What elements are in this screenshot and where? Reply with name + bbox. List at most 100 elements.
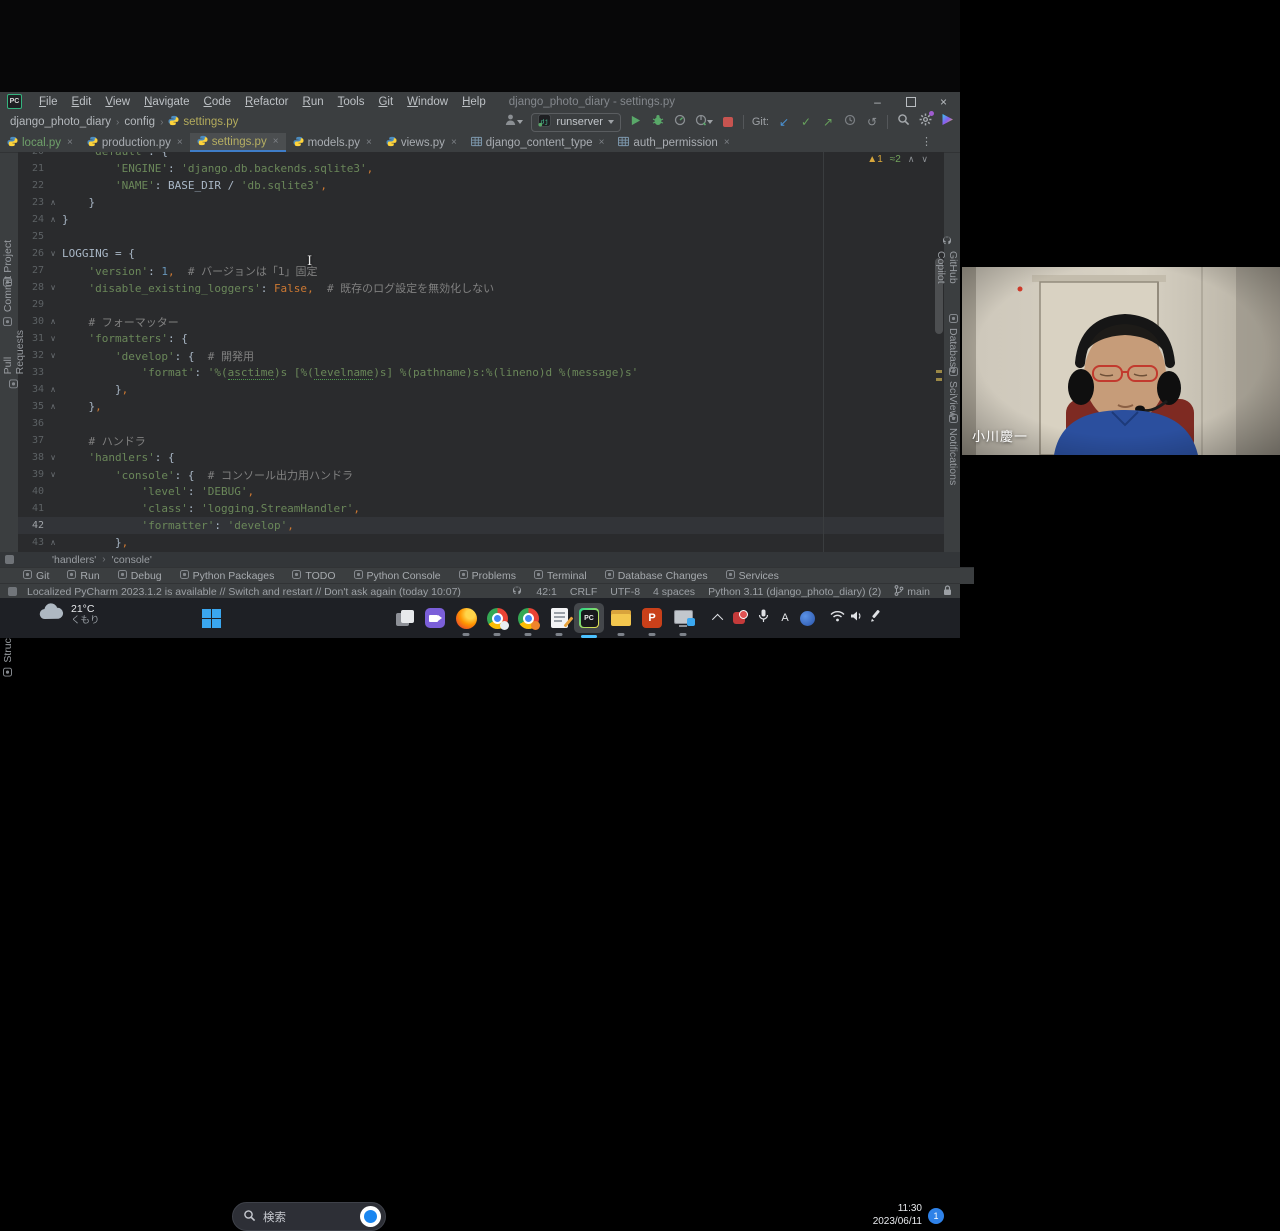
menu-window[interactable]: Window [400, 94, 455, 110]
fold-marker-icon[interactable]: ∨ [44, 470, 62, 479]
run-config-selector[interactable]: dj runserver [531, 113, 620, 132]
code-line-24[interactable]: 24∧} [18, 211, 944, 228]
powerpoint-button[interactable]: P [639, 605, 665, 631]
history-button[interactable] [843, 113, 857, 131]
fold-marker-icon[interactable]: ∧ [44, 215, 62, 224]
status-event-icon[interactable] [8, 587, 17, 596]
toolwindow-python-console[interactable]: Python Console [345, 570, 450, 582]
code-line-23[interactable]: 23∧ } [18, 194, 944, 211]
error-stripe-mark[interactable] [936, 370, 942, 373]
menu-refactor[interactable]: Refactor [238, 94, 295, 110]
code-line-33[interactable]: 33 'format': '%(asctime)s [%(levelname)s… [18, 364, 944, 381]
menu-edit[interactable]: Edit [65, 94, 99, 110]
fold-marker-icon[interactable]: ∧ [44, 385, 62, 394]
code-line-22[interactable]: 22 'NAME': BASE_DIR / 'db.sqlite3', [18, 177, 944, 194]
maximize-button[interactable] [894, 92, 927, 111]
fold-marker-icon[interactable]: ∨ [44, 283, 62, 292]
code-line-31[interactable]: 31∨ 'formatters': { [18, 330, 944, 347]
code-line-20[interactable]: 20 'default': { [18, 152, 944, 160]
breadcrumb-handlers[interactable]: 'handlers' [52, 554, 96, 566]
fold-marker-icon[interactable]: ∧ [44, 402, 62, 411]
git-push-button[interactable]: ↗ [821, 113, 835, 131]
menu-help[interactable]: Help [455, 94, 493, 110]
git-branch-widget[interactable]: main [894, 585, 930, 599]
chat-button[interactable] [422, 605, 448, 631]
task-view-button[interactable] [392, 605, 418, 631]
rollback-button[interactable]: ↺ [865, 113, 879, 131]
menu-tools[interactable]: Tools [331, 94, 372, 110]
status-item[interactable]: CRLF [570, 586, 597, 598]
stripe-item-pull-requests[interactable]: Pull Requests [2, 330, 26, 388]
pen-tray-button[interactable] [862, 605, 888, 631]
code-line-38[interactable]: 38∨ 'handlers': { [18, 449, 944, 466]
tab-close-icon[interactable]: × [724, 137, 730, 148]
code-editor[interactable]: 20 'default': {21 'ENGINE': 'django.db.b… [18, 152, 944, 552]
tab-close-icon[interactable]: × [366, 137, 372, 148]
code-line-39[interactable]: 39∨ 'console': { # コンソール出力用ハンドラ [18, 466, 944, 483]
status-item[interactable]: UTF-8 [610, 586, 640, 598]
breadcrumb-project[interactable]: django_photo_diary [10, 116, 111, 128]
firefox-button[interactable] [453, 605, 479, 631]
menu-code[interactable]: Code [197, 94, 239, 110]
code-line-34[interactable]: 34∧ }, [18, 381, 944, 398]
status-item[interactable]: Python 3.11 (django_photo_diary) (2) [708, 586, 881, 598]
fold-marker-icon[interactable]: ∨ [44, 334, 62, 343]
fold-marker-icon[interactable]: ∧ [44, 538, 62, 547]
git-update-button[interactable]: ↙ [777, 113, 791, 131]
tab-options-kebab-icon[interactable]: ⋮ [921, 135, 932, 148]
prev-issue-icon[interactable]: ∧ [908, 154, 915, 165]
next-issue-icon[interactable]: ∨ [921, 154, 928, 165]
code-line-42[interactable]: 42 'formatter': 'develop', [18, 517, 944, 534]
tab-local.py[interactable]: local.py× [0, 133, 80, 152]
code-line-32[interactable]: 32∨ 'develop': { # 開発用 [18, 347, 944, 364]
menu-git[interactable]: Git [371, 94, 400, 110]
clock-widget[interactable]: 11:30 2023/06/11 [873, 1202, 922, 1228]
toolwindow-database-changes[interactable]: Database Changes [596, 570, 717, 582]
menu-navigate[interactable]: Navigate [137, 94, 196, 110]
tab-close-icon[interactable]: × [67, 137, 73, 148]
taskbar-search[interactable]: 検索 [232, 1202, 386, 1231]
toolwindow-python-packages[interactable]: Python Packages [171, 570, 284, 582]
code-line-36[interactable]: 36 [18, 415, 944, 432]
code-line-21[interactable]: 21 'ENGINE': 'django.db.backends.sqlite3… [18, 160, 944, 177]
git-commit-button[interactable]: ✓ [799, 113, 813, 131]
status-item[interactable]: 4 spaces [653, 586, 695, 598]
fold-marker-icon[interactable]: ∨ [44, 351, 62, 360]
toolwindow-git[interactable]: Git [14, 570, 58, 582]
pycharm-taskbar-button[interactable]: PC [574, 603, 604, 633]
tool-switcher-icon[interactable] [5, 555, 14, 564]
inspections-widget[interactable]: ▲1 ≈2 ∧ ∨ [867, 154, 928, 165]
tab-close-icon[interactable]: × [451, 137, 457, 148]
remote-desktop-button[interactable] [670, 605, 696, 631]
fold-marker-icon[interactable]: ∨ [44, 249, 62, 258]
code-line-43[interactable]: 43∧ }, [18, 534, 944, 551]
breadcrumb-file[interactable]: settings.py [168, 115, 238, 129]
minimize-button[interactable]: – [861, 92, 894, 111]
chrome-button-1[interactable] [484, 605, 510, 631]
toolwindow-debug[interactable]: Debug [109, 570, 171, 582]
close-button[interactable]: × [927, 92, 960, 111]
code-line-35[interactable]: 35∧ }, [18, 398, 944, 415]
tab-close-icon[interactable]: × [273, 136, 279, 147]
code-line-37[interactable]: 37 # ハンドラ [18, 432, 944, 449]
search-everywhere-button[interactable] [896, 113, 910, 131]
tab-production.py[interactable]: production.py× [80, 133, 190, 152]
tab-django_content_type[interactable]: django_content_type× [464, 133, 612, 152]
settings-button[interactable] [918, 113, 932, 131]
status-item[interactable]: 42:1 [536, 586, 556, 598]
fold-marker-icon[interactable]: ∨ [44, 453, 62, 462]
code-line-41[interactable]: 41 'class': 'logging.StreamHandler', [18, 500, 944, 517]
error-stripe-mark[interactable] [936, 378, 942, 381]
code-with-me-button[interactable] [504, 113, 523, 131]
code-line-29[interactable]: 29 [18, 296, 944, 313]
tab-views.py[interactable]: views.py× [379, 133, 464, 152]
toolwindow-problems[interactable]: Problems [450, 570, 525, 582]
ai-assistant-button[interactable] [940, 113, 954, 131]
menu-file[interactable]: File [32, 94, 65, 110]
start-button[interactable] [198, 605, 224, 631]
status-message[interactable]: Localized PyCharm 2023.1.2 is available … [27, 586, 461, 598]
stripe-item-commit[interactable]: Commit [2, 276, 14, 326]
code-line-25[interactable]: 25 [18, 228, 944, 245]
stripe-item-database[interactable]: Database [947, 314, 959, 373]
github-copilot-status-icon[interactable] [511, 584, 523, 599]
